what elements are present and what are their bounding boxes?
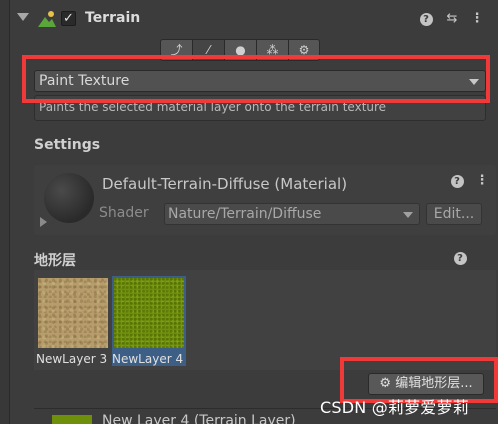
play-icon[interactable] — [40, 217, 47, 227]
layer-texture — [38, 278, 108, 348]
left-gutter — [0, 0, 10, 424]
enabled-checkbox[interactable]: ✓ — [61, 11, 76, 26]
material-help-icon[interactable]: ? — [449, 173, 465, 189]
terrain-icon — [38, 11, 56, 27]
material-more-icon[interactable]: ⋮ — [474, 173, 490, 189]
layers-heading: 地形层 — [34, 253, 76, 269]
selected-layer-swatch — [52, 415, 92, 424]
watermark: CSDN @莉萝爱萝莉 — [320, 398, 469, 417]
shader-value: Nature/Terrain/Diffuse — [168, 206, 322, 222]
shader-arrow-icon — [403, 212, 413, 218]
foldout-arrow-icon[interactable] — [17, 13, 29, 21]
layer-name: NewLayer 3 — [36, 352, 108, 366]
material-preview — [44, 173, 94, 223]
component-title: Terrain — [85, 10, 141, 26]
layer-tile[interactable]: NewLayer 3 — [36, 276, 110, 366]
layer-tile-selected[interactable]: NewLayer 4 — [112, 276, 186, 366]
material-field: Default-Terrain-Diffuse (Material) ? ⋮ S… — [34, 165, 496, 235]
edit-shader-button[interactable]: Edit... — [426, 203, 482, 225]
help-icon[interactable]: ? — [418, 11, 434, 27]
settings-heading: Settings — [34, 137, 101, 153]
layers-help-icon[interactable]: ? — [452, 250, 468, 266]
highlight-box-dropdown — [22, 55, 490, 103]
layer-name: NewLayer 4 — [112, 352, 184, 366]
selected-layer-label: New Layer 4 (Terrain Layer) — [102, 413, 296, 424]
terrain-layers-palette: NewLayer 3 NewLayer 4 ? — [34, 252, 496, 370]
preset-icon[interactable]: ⇆ — [444, 11, 460, 27]
more-icon[interactable]: ⋮ — [469, 11, 485, 27]
component-header[interactable]: ✓ Terrain ? ⇆ ⋮ — [10, 6, 498, 34]
material-name: Default-Terrain-Diffuse (Material) — [102, 175, 348, 193]
terrain-inspector: ✓ Terrain ? ⇆ ⋮ ⤴ ⁄ ● ⁂ ⚙ Paint Texture … — [10, 0, 498, 424]
shader-label: Shader — [99, 205, 149, 221]
shader-dropdown[interactable]: Nature/Terrain/Diffuse — [164, 203, 420, 225]
layer-texture — [114, 278, 184, 348]
